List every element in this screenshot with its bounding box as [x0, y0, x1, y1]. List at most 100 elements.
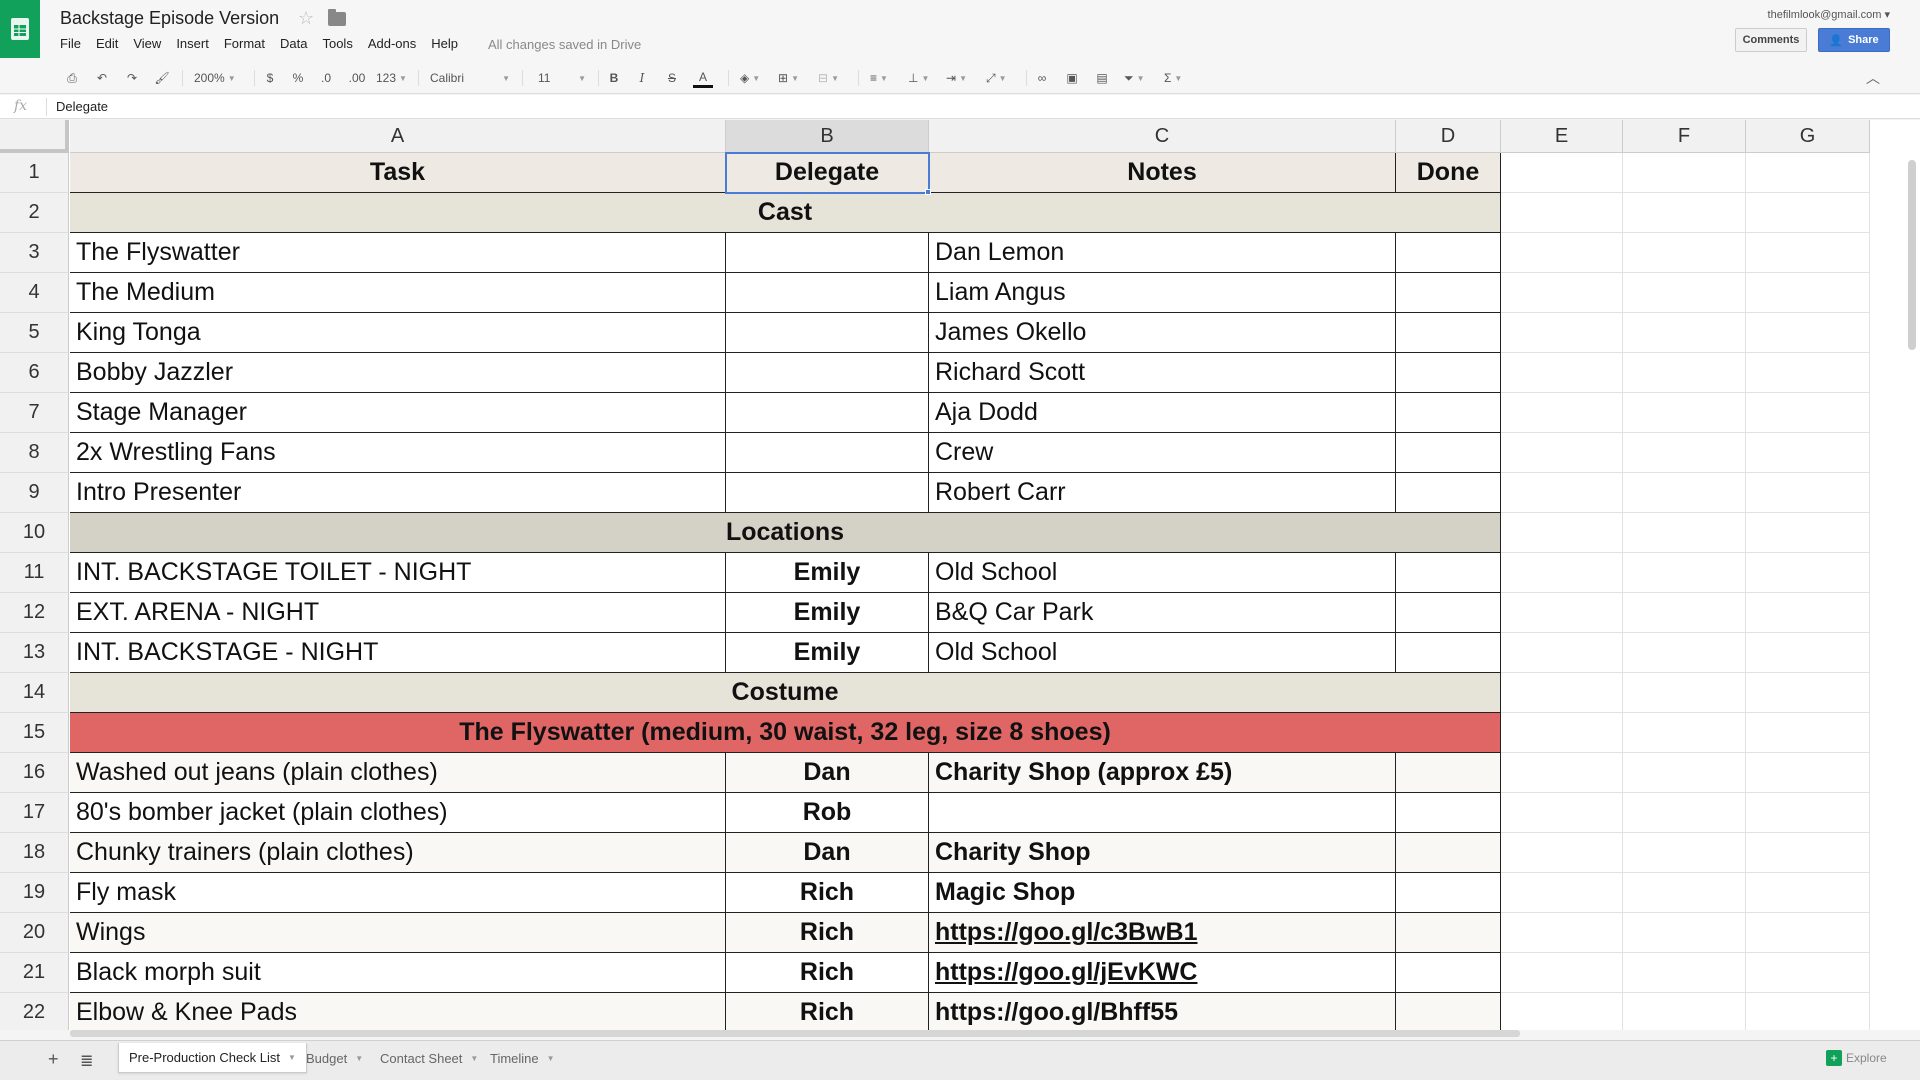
cell-b17[interactable]: Rob: [726, 793, 929, 833]
empty-cell[interactable]: [1623, 393, 1746, 433]
column-header-a[interactable]: A: [70, 120, 726, 153]
cell-d19[interactable]: [1396, 873, 1501, 913]
empty-cell[interactable]: [1501, 353, 1623, 393]
all-sheets-icon[interactable]: ≣: [80, 1051, 93, 1071]
header-cell-a1[interactable]: Task: [70, 153, 726, 193]
cell-b12[interactable]: Emily: [726, 593, 929, 633]
sigma-icon[interactable]: Σ ▼: [1164, 68, 1182, 88]
cell-c8[interactable]: Crew: [929, 433, 1396, 473]
empty-cell[interactable]: [1501, 873, 1623, 913]
empty-cell[interactable]: [1746, 473, 1870, 513]
empty-cell[interactable]: [1623, 153, 1746, 193]
cell-a20[interactable]: Wings: [70, 913, 726, 953]
empty-cell[interactable]: [1623, 633, 1746, 673]
strikethrough-button[interactable]: S: [662, 68, 682, 88]
empty-cell[interactable]: [1501, 673, 1623, 713]
row-header-4[interactable]: 4: [0, 273, 69, 313]
cell-a21[interactable]: Black morph suit: [70, 953, 726, 993]
empty-cell[interactable]: [1501, 233, 1623, 273]
menu-help[interactable]: Help: [431, 36, 458, 51]
cell-b9[interactable]: [726, 473, 929, 513]
menu-view[interactable]: View: [133, 36, 161, 51]
cell-d17[interactable]: [1396, 793, 1501, 833]
cell-c21[interactable]: https://goo.gl/jEvKWC: [929, 953, 1396, 993]
row-header-2[interactable]: 2: [0, 193, 69, 233]
vertical-scrollbar[interactable]: [1908, 160, 1916, 350]
cell-c5[interactable]: James Okello: [929, 313, 1396, 353]
rotate-icon[interactable]: ⤢ ▼: [986, 68, 1007, 88]
cell-b7[interactable]: [726, 393, 929, 433]
cell-c17[interactable]: [929, 793, 1396, 833]
cell-d6[interactable]: [1396, 353, 1501, 393]
empty-cell[interactable]: [1746, 193, 1870, 233]
cell-b3[interactable]: [726, 233, 929, 273]
empty-cell[interactable]: [1501, 393, 1623, 433]
empty-cell[interactable]: [1746, 353, 1870, 393]
cell-a9[interactable]: Intro Presenter: [70, 473, 726, 513]
empty-cell[interactable]: [1623, 353, 1746, 393]
cell-c6[interactable]: Richard Scott: [929, 353, 1396, 393]
select-all-corner[interactable]: [0, 120, 69, 153]
empty-cell[interactable]: [1746, 993, 1870, 1030]
folder-icon[interactable]: [328, 9, 346, 26]
cell-b19[interactable]: Rich: [726, 873, 929, 913]
cell-a18[interactable]: Chunky trainers (plain clothes): [70, 833, 726, 873]
spreadsheet-grid[interactable]: A B C D E F G 1 Task Delegate Notes Done 2 Cast 3 The F…: [0, 120, 1920, 1030]
empty-cell[interactable]: [1501, 833, 1623, 873]
empty-cell[interactable]: [1746, 873, 1870, 913]
tab-menu-caret-icon[interactable]: ▼: [547, 1054, 555, 1063]
account-email[interactable]: thefilmlook@gmail.com ▾: [1768, 8, 1890, 21]
empty-cell[interactable]: [1501, 153, 1623, 193]
menu-file[interactable]: File: [60, 36, 81, 51]
empty-cell[interactable]: [1746, 273, 1870, 313]
row-header-1[interactable]: 1: [0, 153, 69, 193]
cell-b5[interactable]: [726, 313, 929, 353]
cell-d8[interactable]: [1396, 433, 1501, 473]
row-header-22[interactable]: 22: [0, 993, 69, 1030]
cell-d22[interactable]: [1396, 993, 1501, 1030]
merge-icon[interactable]: ⊟ ▼: [818, 68, 839, 88]
cell-b6[interactable]: [726, 353, 929, 393]
empty-cell[interactable]: [1623, 913, 1746, 953]
borders-icon[interactable]: ⊞ ▼: [778, 68, 799, 88]
empty-cell[interactable]: [1501, 553, 1623, 593]
cell-d7[interactable]: [1396, 393, 1501, 433]
empty-cell[interactable]: [1746, 833, 1870, 873]
sheet-tab-contact-sheet[interactable]: Contact Sheet ▼: [370, 1043, 488, 1073]
empty-cell[interactable]: [1746, 433, 1870, 473]
cell-b11[interactable]: Emily: [726, 553, 929, 593]
text-color-button[interactable]: A: [693, 68, 713, 88]
cell-d18[interactable]: [1396, 833, 1501, 873]
empty-cell[interactable]: [1746, 153, 1870, 193]
cell-c7[interactable]: Aja Dodd: [929, 393, 1396, 433]
row-header-18[interactable]: 18: [0, 833, 69, 873]
cell-a17[interactable]: 80's bomber jacket (plain clothes): [70, 793, 726, 833]
paint-format-icon[interactable]: 🖌: [152, 68, 172, 88]
menu-data[interactable]: Data: [280, 36, 307, 51]
empty-cell[interactable]: [1501, 753, 1623, 793]
undo-icon[interactable]: ↶: [92, 68, 112, 88]
cell-a7[interactable]: Stage Manager: [70, 393, 726, 433]
column-header-c[interactable]: C: [929, 120, 1396, 153]
empty-cell[interactable]: [1501, 793, 1623, 833]
percent-format-button[interactable]: %: [288, 68, 308, 88]
chart-icon[interactable]: ▤: [1092, 68, 1112, 88]
empty-cell[interactable]: [1501, 633, 1623, 673]
row-header-20[interactable]: 20: [0, 913, 69, 953]
sheet-tab-pre-production-check-list[interactable]: Pre-Production Check List ▼: [118, 1043, 307, 1073]
decrease-decimal-button[interactable]: .0: [316, 68, 336, 88]
cell-c3[interactable]: Dan Lemon: [929, 233, 1396, 273]
empty-cell[interactable]: [1746, 593, 1870, 633]
share-button[interactable]: 👤 Share: [1818, 28, 1890, 52]
cell-d3[interactable]: [1396, 233, 1501, 273]
empty-cell[interactable]: [1501, 713, 1623, 753]
empty-cell[interactable]: [1623, 233, 1746, 273]
cell-d11[interactable]: [1396, 553, 1501, 593]
font-select[interactable]: Calibri ▼: [430, 68, 510, 88]
comment-icon[interactable]: ▣: [1062, 68, 1082, 88]
bold-button[interactable]: B: [604, 68, 624, 88]
column-header-b[interactable]: B: [726, 120, 929, 153]
menu-edit[interactable]: Edit: [96, 36, 118, 51]
row-header-7[interactable]: 7: [0, 393, 69, 433]
row-header-12[interactable]: 12: [0, 593, 69, 633]
